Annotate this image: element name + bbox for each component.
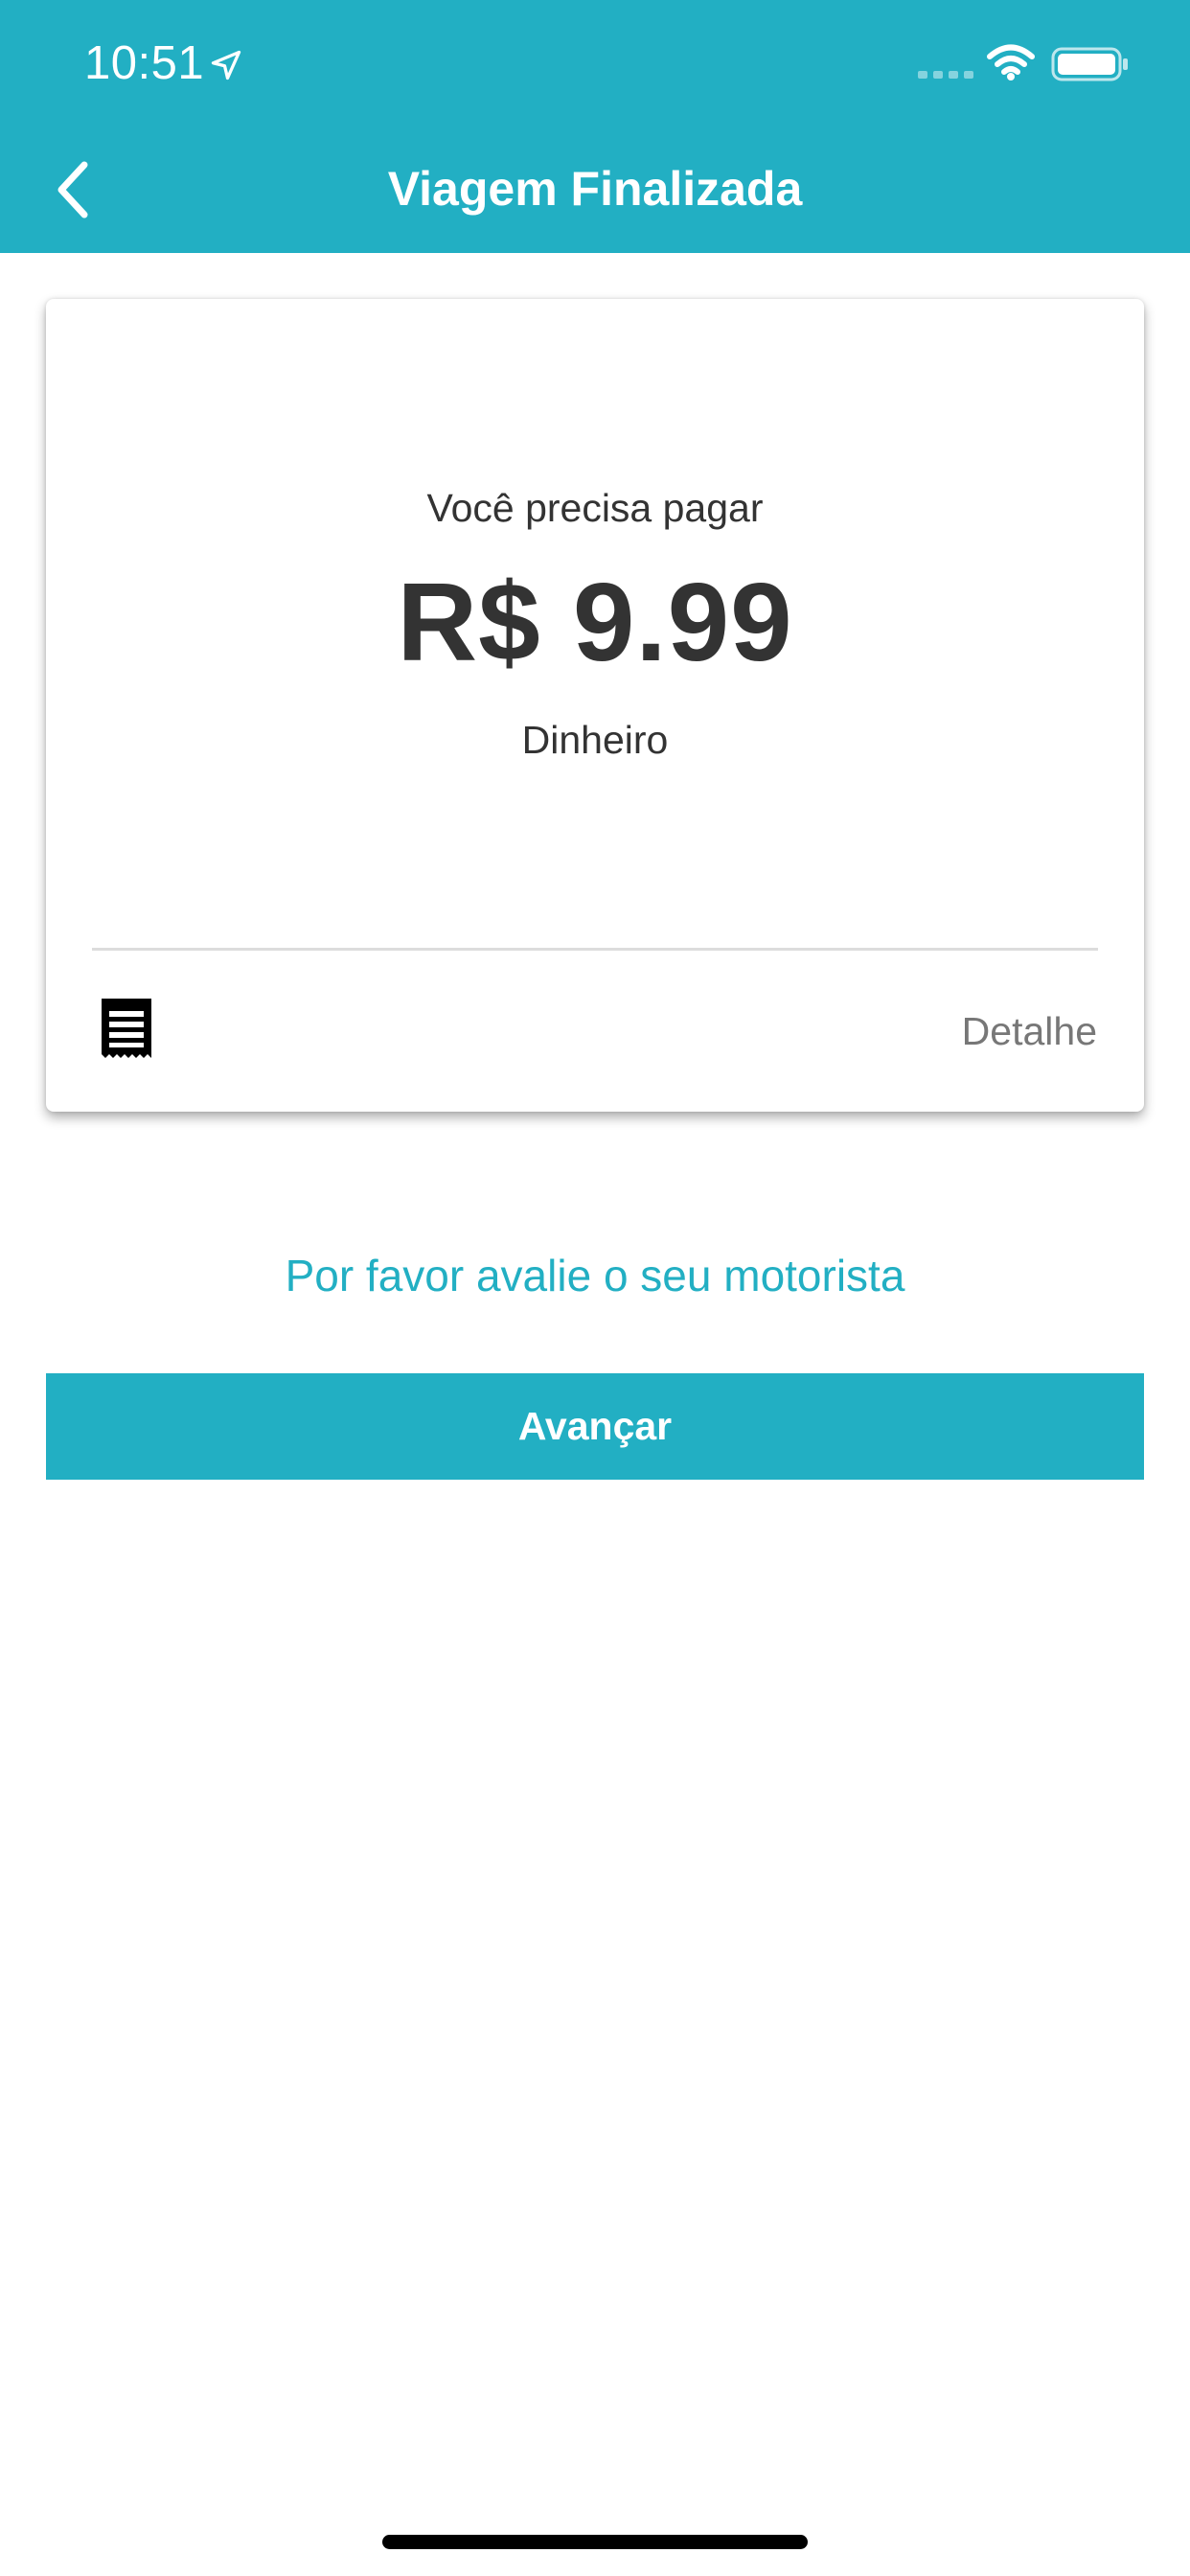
wifi-icon — [987, 44, 1035, 80]
app-header: 10:51 Viagem Finalizada — [0, 0, 1190, 253]
detail-link[interactable]: Detalhe — [962, 1009, 1097, 1054]
card-divider — [92, 948, 1098, 951]
location-arrow-icon — [211, 50, 241, 80]
battery-icon — [1051, 47, 1128, 81]
next-button[interactable]: Avançar — [46, 1373, 1144, 1480]
payment-label: Você precisa pagar — [426, 486, 764, 530]
rate-driver-link[interactable]: Por favor avalie o seu motorista — [0, 1250, 1190, 1301]
payment-method: Dinheiro — [521, 718, 669, 762]
cellular-signal-icon — [918, 71, 973, 79]
payment-card: Você precisa pagar R$ 9.99 Dinheiro Deta… — [46, 299, 1144, 1112]
payment-amount: R$ 9.99 — [397, 560, 793, 684]
receipt-icon — [102, 999, 151, 1058]
home-indicator — [382, 2535, 808, 2549]
status-time: 10:51 — [84, 37, 205, 89]
page-title: Viagem Finalizada — [387, 162, 803, 216]
